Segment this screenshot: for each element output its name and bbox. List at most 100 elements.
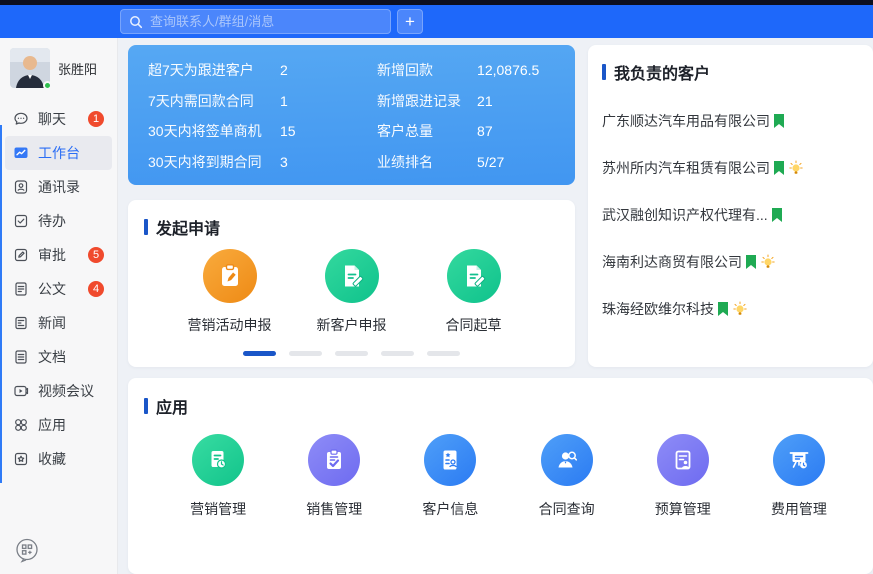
sidebar-item-chat[interactable]: 聊天 1 (5, 102, 112, 136)
stat-label: 业绩排名 (377, 153, 477, 171)
customer-item[interactable]: 武汉融创知识产权代理有... (602, 205, 859, 225)
apps-items: 营销管理 销售管理 (144, 434, 857, 519)
apply-item-label: 合同起草 (446, 315, 502, 335)
approval-badge: 5 (88, 247, 104, 263)
sales-clipboard-icon (308, 434, 360, 486)
stat-value: 5/27 (477, 153, 504, 171)
news-icon (13, 315, 29, 331)
customer-name: 海南利达商贸有限公司 (602, 252, 742, 272)
app-item-marketing[interactable]: 营销管理 (160, 434, 276, 519)
search-box[interactable] (120, 9, 391, 34)
section-title-bar (144, 219, 148, 235)
stat-row: 业绩排名 5/27 (377, 153, 557, 171)
stat-row: 30天内将到期合同 3 (148, 153, 377, 171)
app-window: + 张胜阳 (0, 0, 873, 574)
customer-item[interactable]: 苏州所内汽车租赁有限公司 (602, 158, 859, 178)
apply-item-marketing-activity[interactable]: 营销活动申报 (180, 249, 280, 335)
stat-value: 2 (280, 61, 288, 79)
pagination-bar-2[interactable] (289, 351, 322, 356)
todo-icon (13, 213, 29, 229)
stat-label: 超7天为跟进客户 (148, 61, 280, 79)
section-title-bar (144, 398, 148, 414)
app-item-customer-info[interactable]: 客户信息 (392, 434, 508, 519)
stat-label: 30天内将到期合同 (148, 153, 280, 171)
sidebar-item-video-meeting[interactable]: 视频会议 (5, 374, 112, 408)
sidebar-item-approval[interactable]: 审批 5 (5, 238, 112, 272)
apply-items: 营销活动申报 新客户申报 (144, 249, 559, 335)
sidebar-item-label: 文档 (38, 347, 66, 367)
app-item-budget[interactable]: 预算管理 (625, 434, 741, 519)
bulb-icon (760, 254, 776, 270)
budget-doc-icon (657, 434, 709, 486)
sidebar-item-official-doc[interactable]: 公文 4 (5, 272, 112, 306)
customer-item[interactable]: 海南利达商贸有限公司 (602, 252, 859, 272)
add-button[interactable]: + (397, 9, 423, 34)
my-customers-card: 我负责的客户 广东顺达汽车用品有限公司 苏州所内汽车租赁有限公司 (588, 45, 873, 367)
sidebar-item-workbench[interactable]: 工作台 (5, 136, 112, 170)
sidebar-item-label: 应用 (38, 415, 66, 435)
customer-name: 珠海经欧维尔科技 (602, 299, 714, 319)
customer-card-icon (424, 434, 476, 486)
stat-row: 7天内需回款合同 1 (148, 92, 377, 110)
sidebar-item-favorites[interactable]: 收藏 (5, 442, 112, 476)
stats-right-column: 新增回款 12,0876.5 新增跟进记录 21 客户总量 87 业绩排名 5/… (377, 61, 557, 171)
stat-row: 30天内将签单商机 15 (148, 122, 377, 140)
user-name: 张胜阳 (58, 59, 97, 78)
app-item-expense[interactable]: 费用管理 (741, 434, 857, 519)
app-item-label: 预算管理 (655, 499, 711, 519)
stat-row: 新增跟进记录 21 (377, 92, 557, 110)
official-doc-badge: 4 (88, 281, 104, 297)
app-item-sales[interactable]: 销售管理 (276, 434, 392, 519)
qr-code-icon[interactable] (14, 537, 40, 568)
sidebar-item-contacts[interactable]: 通讯录 (5, 170, 112, 204)
customer-name: 广东顺达汽车用品有限公司 (602, 111, 770, 131)
document-icon (13, 349, 29, 365)
apply-item-contract-draft[interactable]: 合同起草 (424, 249, 524, 335)
bookmark-icon (774, 114, 784, 128)
customer-item[interactable]: 广东顺达汽车用品有限公司 (602, 111, 859, 131)
customer-item[interactable]: 珠海经欧维尔科技 (602, 299, 859, 319)
stat-value: 87 (477, 122, 493, 140)
sidebar-item-label: 审批 (38, 245, 66, 265)
bookmark-icon (772, 208, 782, 222)
pagination-bar-5[interactable] (427, 351, 460, 356)
stat-label: 新增回款 (377, 61, 477, 79)
document-pencil-icon (447, 249, 501, 303)
sidebar-item-label: 工作台 (38, 143, 80, 163)
app-item-label: 费用管理 (771, 499, 827, 519)
bookmark-icon (746, 255, 756, 269)
pagination-bar-3[interactable] (335, 351, 368, 356)
sidebar-item-label: 公文 (38, 279, 66, 299)
sidebar: 张胜阳 聊天 1 (0, 38, 118, 574)
pagination-bar-4[interactable] (381, 351, 414, 356)
chat-icon (13, 111, 29, 127)
sidebar-item-apps[interactable]: 应用 (5, 408, 112, 442)
bulb-icon (732, 301, 748, 317)
document-pencil-icon (325, 249, 379, 303)
chat-badge: 1 (88, 111, 104, 127)
sidebar-nav: 聊天 1 工作台 (0, 98, 117, 476)
favorites-icon (13, 451, 29, 467)
stats-summary-card[interactable]: 超7天为跟进客户 2 7天内需回款合同 1 30天内将签单商机 15 30天内将… (128, 45, 575, 185)
stat-label: 新增跟进记录 (377, 92, 477, 110)
apply-item-new-customer[interactable]: 新客户申报 (302, 249, 402, 335)
apply-item-label: 新客户申报 (317, 315, 387, 335)
workbench-icon (13, 145, 29, 161)
stat-value: 21 (477, 92, 493, 110)
sidebar-item-news[interactable]: 新闻 (5, 306, 112, 340)
apply-section-card: 发起申请 营销活动申报 (128, 200, 575, 367)
sidebar-item-label: 新闻 (38, 313, 66, 333)
pagination-bar-1[interactable] (243, 351, 276, 356)
search-input[interactable] (150, 14, 382, 29)
app-item-label: 营销管理 (190, 499, 246, 519)
stat-row: 客户总量 87 (377, 122, 557, 140)
apply-pagination (144, 351, 559, 356)
user-profile[interactable]: 张胜阳 (0, 38, 117, 98)
bookmark-icon (718, 302, 728, 316)
online-status-dot (43, 81, 52, 90)
app-item-contract-search[interactable]: 合同查询 (509, 434, 625, 519)
sidebar-item-todo[interactable]: 待办 (5, 204, 112, 238)
stat-label: 7天内需回款合同 (148, 92, 280, 110)
sidebar-item-document[interactable]: 文档 (5, 340, 112, 374)
stat-row: 新增回款 12,0876.5 (377, 61, 557, 79)
